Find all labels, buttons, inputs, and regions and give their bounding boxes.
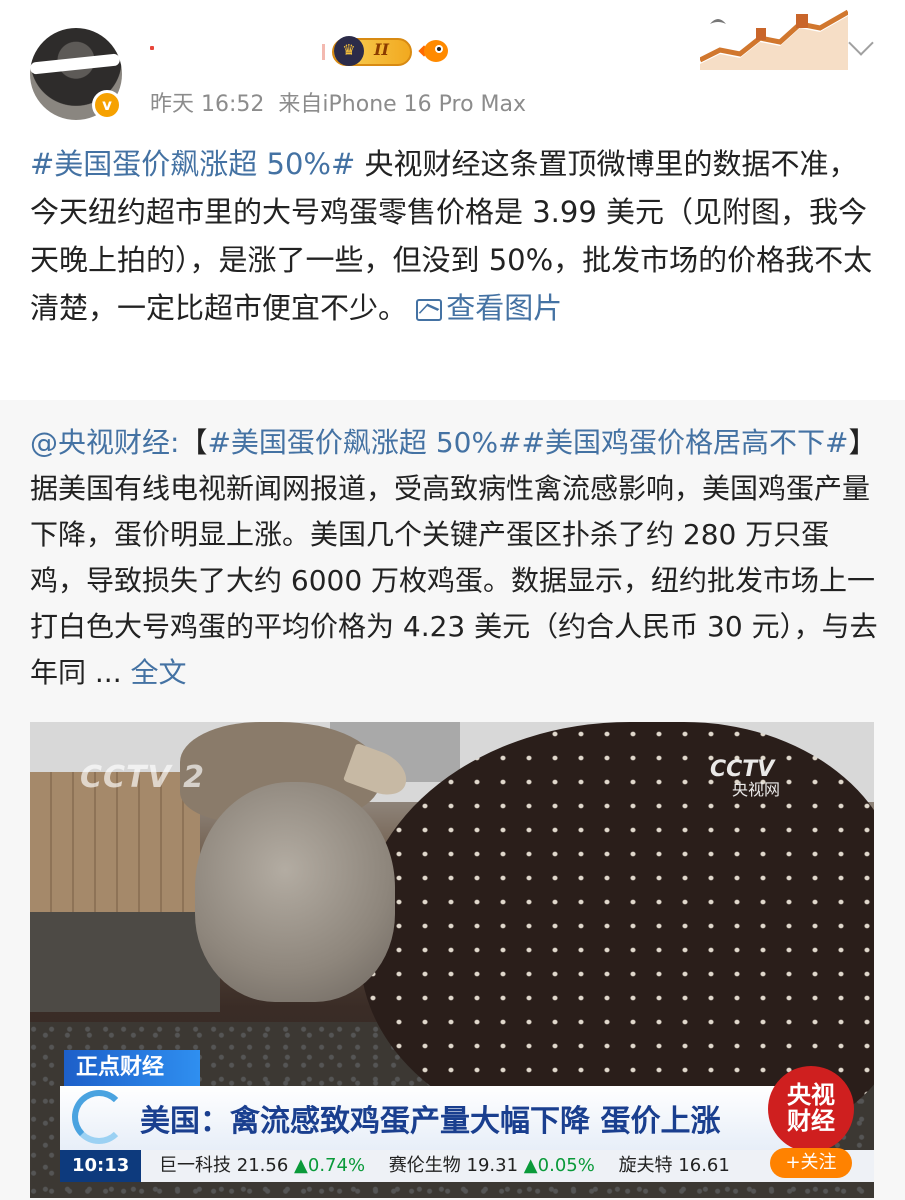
- cctv-com-logo: CCTV 央视网: [710, 757, 781, 800]
- video-headline: 美国：禽流感致鸡蛋产量大幅下降 蛋价上涨: [140, 1104, 721, 1139]
- repost-hashtag-2[interactable]: #美国鸡蛋价格居高不下#: [522, 426, 849, 459]
- great-wall-decoration-icon: [700, 9, 848, 70]
- repost-body: @央视财经:【#美国蛋价飙涨超 50%##美国鸡蛋价格居高不下#】据美国有线电视…: [30, 420, 880, 696]
- repost-author[interactable]: @央视财经:: [30, 426, 179, 459]
- program-tag: 正点财经: [64, 1050, 200, 1086]
- repost-hashtag-1[interactable]: #美国蛋价飙涨超 50%#: [207, 426, 521, 459]
- username-redacted[interactable]: [150, 46, 154, 50]
- cctv-finance-avatar[interactable]: 央视 财经: [768, 1066, 854, 1152]
- stock-ticker: 10:13 巨一科技 21.56 ▲0.74% 赛伦生物 19.31 ▲0.05…: [60, 1150, 874, 1182]
- username-redacted-tail: [322, 44, 328, 60]
- post-hashtag[interactable]: #美国蛋价飙涨超 50%#: [30, 147, 355, 181]
- follow-button[interactable]: +关注: [770, 1148, 852, 1178]
- image-icon: [416, 299, 443, 321]
- vip-level: II: [374, 40, 389, 59]
- fish-icon[interactable]: [418, 36, 452, 66]
- video-player[interactable]: CCTV 2 CCTV 央视网 正点财经 美国：禽流感致鸡蛋产量大幅下降 蛋价上…: [30, 722, 874, 1198]
- post-header: v ♛ II 昨天 16:52 来自iPhone 16 Pro Max: [0, 0, 905, 128]
- post-body: #美国蛋价飙涨超 50%# 央视财经这条置顶微博里的数据不准，今天纽约超市里的大…: [30, 140, 880, 332]
- ticker-item: 赛伦生物 19.31 ▲0.05%: [388, 1155, 595, 1176]
- crown-icon: ♛: [334, 36, 364, 66]
- ticker-time: 10:13: [60, 1150, 142, 1182]
- post-time: 昨天 16:52: [150, 92, 265, 117]
- post-source: 来自iPhone 16 Pro Max: [278, 92, 527, 117]
- cctv2-logo: CCTV 2: [80, 760, 206, 795]
- repost-body-text: 】据美国有线电视新闻网报道，受高致病性禽流感影响，美国鸡蛋产量下降，蛋价明显上涨…: [30, 426, 878, 689]
- verified-badge-icon: v: [92, 90, 122, 120]
- chevron-down-icon[interactable]: [848, 30, 874, 56]
- repost-card[interactable]: @央视财经:【#美国蛋价飙涨超 50%##美国鸡蛋价格居高不下#】据美国有线电视…: [0, 400, 905, 1200]
- post-meta: 昨天 16:52 来自iPhone 16 Pro Max: [150, 86, 526, 118]
- full-text-link[interactable]: 全文: [131, 656, 187, 689]
- hen-light: [195, 782, 395, 1002]
- swirl-logo-icon: [72, 1090, 126, 1144]
- view-images-link[interactable]: 查看图片: [416, 291, 562, 325]
- ticker-item: 巨一科技 21.56 ▲0.74%: [159, 1155, 366, 1176]
- bracket-open: 【: [179, 426, 208, 459]
- ticker-item: 旋夫特 16.61: [618, 1155, 730, 1176]
